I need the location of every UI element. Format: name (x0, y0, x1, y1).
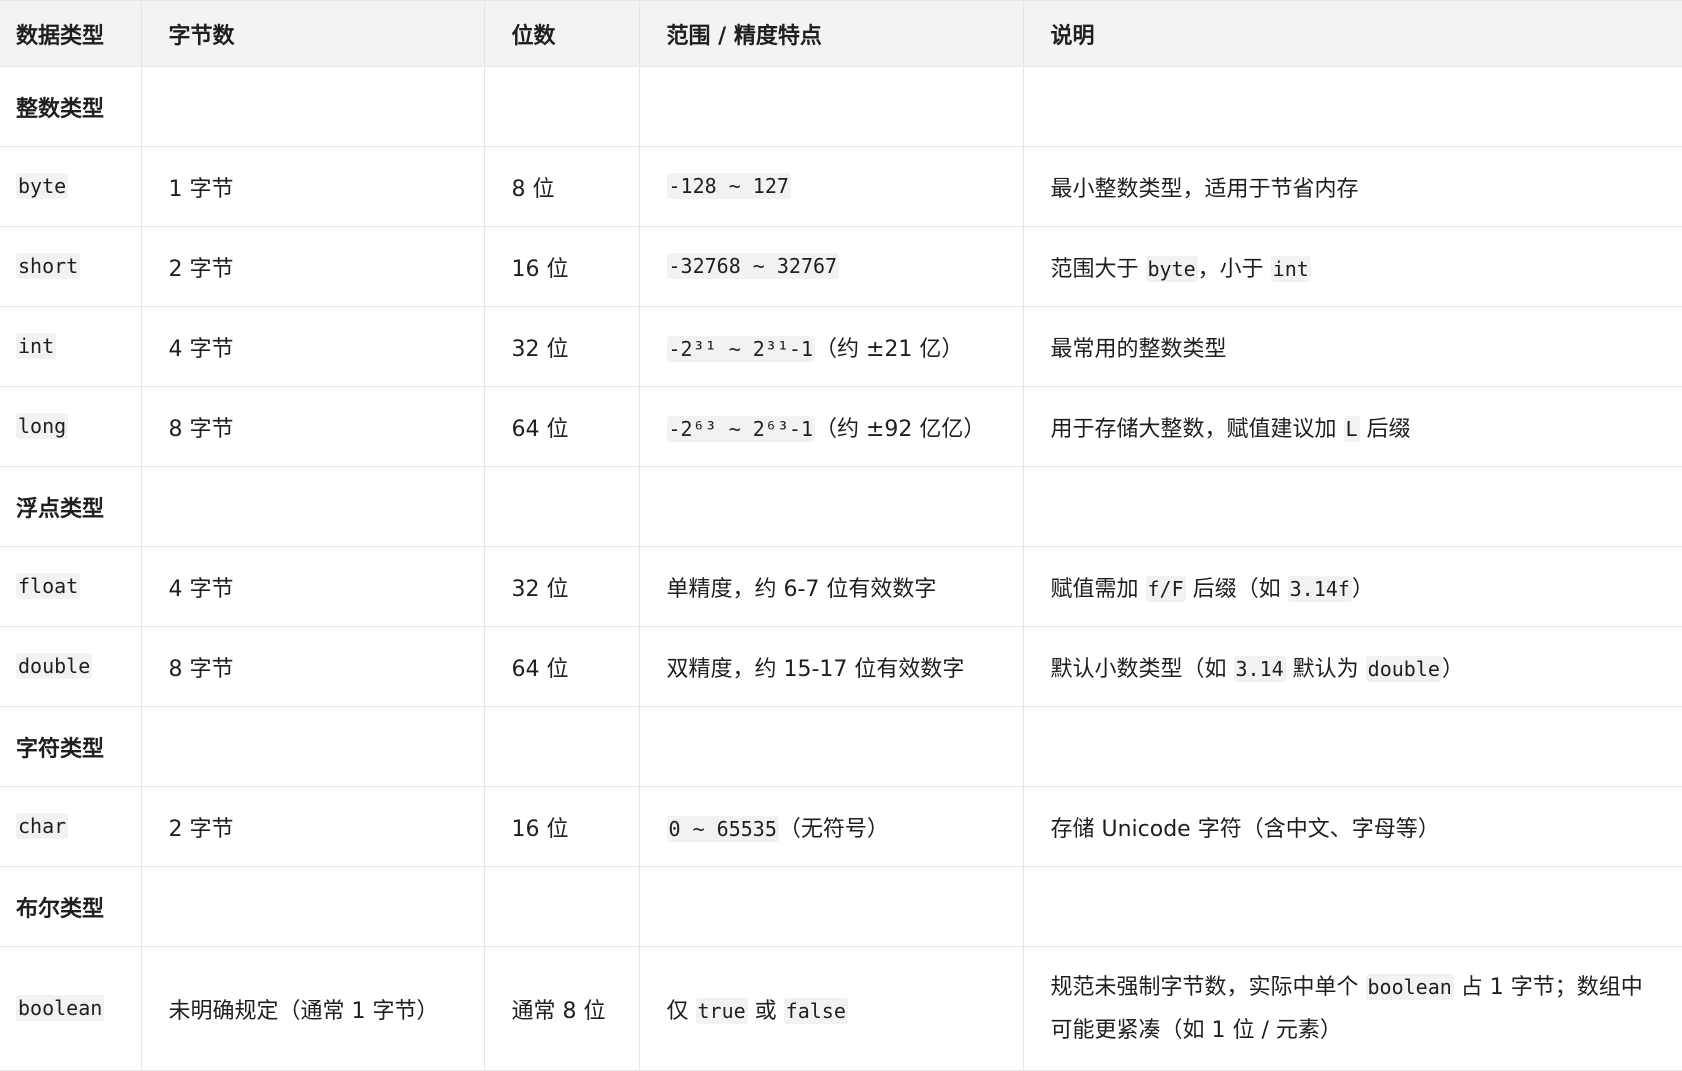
desc-text: ） (1351, 576, 1374, 602)
table-row-boolean: boolean 未明确规定（通常 1 字节） 通常 8 位 仅 true 或 f… (0, 946, 1682, 1071)
section-label: 布尔类型 (0, 866, 142, 947)
bits-cell: 64 位 (483, 626, 640, 707)
desc-text: ） (1441, 656, 1464, 682)
range-code: false (783, 997, 848, 1024)
bytes-cell: 4 字节 (140, 306, 485, 387)
desc-text: 规范未强制字节数，实际中单个 (1050, 974, 1366, 1000)
type-name: char (16, 813, 69, 839)
desc-text: 后缀 (1359, 416, 1411, 442)
bytes-cell: 2 字节 (140, 786, 485, 867)
range-cell: 双精度，约 15-17 位有效数字 (638, 626, 1024, 707)
desc-cell: 规范未强制字节数，实际中单个 boolean 占 1 字节；数组中可能更紧凑（如… (1022, 946, 1682, 1071)
desc-text: 范围大于 (1050, 256, 1146, 282)
desc-text: 赋值需加 (1050, 576, 1146, 602)
range-text: （约 ±92 亿亿） (815, 416, 986, 442)
section-row-float: 浮点类型 (0, 466, 1682, 547)
desc-code: f/F (1145, 575, 1186, 602)
desc-cell: 默认小数类型（如 3.14 默认为 double） (1022, 626, 1682, 707)
desc-code: byte (1145, 255, 1198, 282)
bytes-cell: 未明确规定（通常 1 字节） (140, 946, 485, 1071)
bits-cell: 32 位 (483, 546, 640, 627)
section-row-integer: 整数类型 (0, 66, 1682, 147)
bytes-cell: 1 字节 (140, 146, 485, 227)
range-text: （无符号） (778, 816, 889, 842)
desc-code: int (1270, 255, 1311, 282)
type-name: float (16, 573, 81, 599)
table-row-double: double 8 字节 64 位 双精度，约 15-17 位有效数字 默认小数类… (0, 626, 1682, 707)
type-name: int (16, 333, 57, 359)
type-name: byte (16, 173, 69, 199)
range-text: 仅 (666, 998, 696, 1024)
bytes-cell: 4 字节 (140, 546, 485, 627)
type-name: double (16, 653, 93, 679)
desc-text: 用于存储大整数，赋值建议加 (1050, 416, 1344, 442)
bytes-cell: 8 字节 (140, 626, 485, 707)
desc-code: double (1365, 655, 1442, 682)
type-name: long (16, 413, 69, 439)
section-label: 字符类型 (0, 706, 142, 787)
section-label: 浮点类型 (0, 466, 142, 547)
bits-cell: 64 位 (483, 386, 640, 467)
desc-text: 后缀（如 (1185, 576, 1288, 602)
section-row-boolean: 布尔类型 (0, 866, 1682, 947)
header-bytes: 字节数 (140, 0, 485, 67)
desc-code: 3.14 (1233, 655, 1286, 682)
range-code: true (695, 997, 748, 1024)
desc-cell: 最常用的整数类型 (1022, 306, 1682, 387)
table-row-byte: byte 1 字节 8 位 -128 ~ 127 最小整数类型，适用于节省内存 (0, 146, 1682, 227)
type-name: short (16, 253, 81, 279)
desc-cell: 用于存储大整数，赋值建议加 L 后缀 (1022, 386, 1682, 467)
bits-cell: 32 位 (483, 306, 640, 387)
header-type: 数据类型 (0, 0, 142, 67)
bits-cell: 8 位 (483, 146, 640, 227)
header-row: 数据类型 字节数 位数 范围 / 精度特点 说明 (0, 0, 1682, 67)
bits-cell: 通常 8 位 (483, 946, 640, 1071)
desc-text: 默认为 (1285, 656, 1366, 682)
table-row-short: short 2 字节 16 位 -32768 ~ 32767 范围大于 byte… (0, 226, 1682, 307)
bits-cell: 16 位 (483, 786, 640, 867)
desc-text: ，小于 (1197, 256, 1271, 282)
bytes-cell: 8 字节 (140, 386, 485, 467)
header-range: 范围 / 精度特点 (638, 0, 1024, 67)
table-row-int: int 4 字节 32 位 -2³¹ ~ 2³¹-1（约 ±21 亿） 最常用的… (0, 306, 1682, 387)
desc-cell: 范围大于 byte，小于 int (1022, 226, 1682, 307)
desc-cell: 赋值需加 f/F 后缀（如 3.14f） (1022, 546, 1682, 627)
range-code: -2⁶³ ~ 2⁶³-1 (666, 415, 815, 442)
desc-code: L (1343, 415, 1360, 442)
table-row-long: long 8 字节 64 位 -2⁶³ ~ 2⁶³-1（约 ±92 亿亿） 用于… (0, 386, 1682, 467)
desc-cell: 最小整数类型，适用于节省内存 (1022, 146, 1682, 227)
desc-cell: 存储 Unicode 字符（含中文、字母等） (1022, 786, 1682, 867)
desc-text: 默认小数类型（如 (1050, 656, 1234, 682)
range-code: -2³¹ ~ 2³¹-1 (666, 335, 815, 362)
header-bits: 位数 (483, 0, 640, 67)
desc-code: boolean (1365, 973, 1454, 1000)
range-text: （约 ±21 亿） (815, 336, 964, 362)
data-types-table: 数据类型 字节数 位数 范围 / 精度特点 说明 整数类型 byte 1 字节 … (0, 0, 1682, 1071)
range-code: 0 ~ 65535 (666, 815, 779, 842)
type-name: boolean (16, 995, 105, 1021)
bytes-cell: 2 字节 (140, 226, 485, 307)
header-desc: 说明 (1022, 0, 1682, 67)
table-row-char: char 2 字节 16 位 0 ~ 65535（无符号） 存储 Unicode… (0, 786, 1682, 867)
range-code: -128 ~ 127 (666, 173, 791, 199)
table-row-float: float 4 字节 32 位 单精度，约 6-7 位有效数字 赋值需加 f/F… (0, 546, 1682, 627)
bits-cell: 16 位 (483, 226, 640, 307)
desc-code: 3.14f (1287, 575, 1352, 602)
range-text: 或 (747, 998, 784, 1024)
range-cell: 仅 true 或 false (638, 946, 1024, 1071)
section-label: 整数类型 (0, 66, 142, 147)
section-row-char: 字符类型 (0, 706, 1682, 787)
range-code: -32768 ~ 32767 (666, 253, 840, 279)
range-cell: 单精度，约 6-7 位有效数字 (638, 546, 1024, 627)
